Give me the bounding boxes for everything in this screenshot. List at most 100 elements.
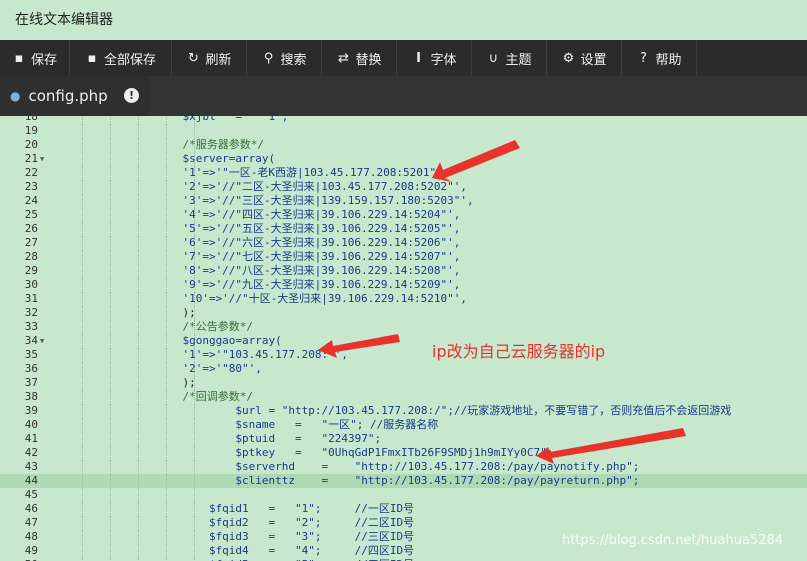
refresh-button[interactable]: ↻ 刷新 [172, 40, 247, 76]
code-line[interactable]: 38 /*回调参数*/ [0, 390, 807, 404]
settings-label: 设置 [580, 52, 607, 68]
code-line[interactable]: 19 [0, 124, 807, 138]
save-all-button[interactable]: ▪ 全部保存 [70, 40, 172, 76]
code-text: $server=array( [50, 152, 276, 165]
code-line[interactable]: 25 '4'=>'//"四区-大圣归来|39.106.229.14:5204"'… [0, 208, 807, 222]
code-line[interactable]: 37 ); [0, 376, 807, 390]
code-line[interactable]: 27 '6'=>'//"六区-大圣归来|39.106.229.14:5206"'… [0, 236, 807, 250]
line-number: 27 [24, 236, 38, 249]
code-line[interactable]: 24 '3'=>'//"三区-大圣归来|139.159.157.180:5203… [0, 194, 807, 208]
code-text: $fqid3 = "3"; //三区ID号 [50, 530, 415, 543]
indent-guide [166, 488, 167, 502]
code-line[interactable]: 21 ▼ $server=array( [0, 152, 807, 166]
indent-guide [194, 488, 195, 502]
code-line[interactable]: 29 '8'=>'//"八区-大圣归来|39.106.229.14:5208"'… [0, 264, 807, 278]
code-line[interactable]: 45 [0, 488, 807, 502]
line-number: 26 [24, 222, 38, 235]
fold-toggle-icon[interactable]: ▼ [40, 334, 44, 348]
code-text: $xjbl = '1'; [50, 116, 289, 123]
line-number: 45 [24, 488, 38, 501]
font-label: 字体 [430, 52, 457, 68]
code-line[interactable]: 20 /*服务器参数*/ [0, 138, 807, 152]
code-line[interactable]: 32 ); [0, 306, 807, 320]
php-file-icon: ● [10, 89, 21, 103]
fold-toggle-icon[interactable]: ▼ [40, 152, 44, 166]
tab-config-php[interactable]: ● config.php ! [0, 76, 150, 116]
code-line[interactable]: 36 '2'=>'"80"', [0, 362, 807, 376]
save-icon: ▪ [14, 50, 24, 66]
code-line[interactable]: 42 $ptkey = "0UhqGdP1FmxITb26F9SMDj1h9mI… [0, 446, 807, 460]
help-label: 帮助 [655, 52, 682, 68]
code-line[interactable]: 18 $xjbl = '1'; [0, 116, 807, 124]
code-text: '8'=>'//"八区-大圣归来|39.106.229.14:5208"', [50, 264, 461, 277]
code-line[interactable]: 44 $clienttz = "http://103.45.177.208:/p… [0, 474, 807, 488]
indent-guide [138, 124, 139, 138]
refresh-label: 刷新 [205, 52, 232, 68]
save-all-label: 全部保存 [103, 52, 156, 68]
code-line[interactable]: 28 '7'=>'//"七区-大圣归来|39.106.229.14:5207"'… [0, 250, 807, 264]
code-text: $serverhd = "http://103.45.177.208:/pay/… [50, 460, 640, 473]
save-label: 保存 [30, 52, 57, 68]
line-number: 46 [24, 502, 38, 515]
line-number: 22 [24, 166, 38, 179]
indent-guide [194, 124, 195, 138]
replace-label: 替换 [355, 52, 382, 68]
code-line[interactable]: 31 '10'=>'//"十区-大圣归来|39.106.229.14:5210"… [0, 292, 807, 306]
code-text: ); [50, 376, 196, 389]
line-number: 44 [24, 474, 38, 487]
tab-bar: ● config.php ! [0, 76, 807, 116]
line-number: 48 [24, 530, 38, 543]
line-number: 24 [24, 194, 38, 207]
code-line[interactable]: 33 /*公告参数*/ [0, 320, 807, 334]
code-line[interactable]: 34 ▼ $gonggao=array( [0, 334, 807, 348]
code-text: '6'=>'//"六区-大圣归来|39.106.229.14:5206"', [50, 236, 461, 249]
line-number: 47 [24, 516, 38, 529]
code-line[interactable]: 23 '2'=>'//"二区-大圣归来|103.45.177.208:5202"… [0, 180, 807, 194]
code-line[interactable]: 46 $fqid1 = "1"; //一区ID号 [0, 502, 807, 516]
code-line[interactable]: 41 $ptuid = "224397"; [0, 432, 807, 446]
font-icon: I [416, 50, 421, 66]
settings-button[interactable]: ⚙ 设置 [547, 40, 622, 76]
search-button[interactable]: ⚲ 搜索 [247, 40, 322, 76]
theme-button[interactable]: ∪ 主题 [472, 40, 547, 76]
code-line[interactable]: 40 $sname = "一区"; //服务器名称 [0, 418, 807, 432]
indent-guide [110, 488, 111, 502]
line-number: 21 [24, 152, 38, 165]
line-number: 29 [24, 264, 38, 277]
save-button[interactable]: ▪ 保存 [0, 40, 70, 76]
replace-icon: ⇄ [338, 50, 349, 66]
line-number: 49 [24, 544, 38, 557]
line-number: 39 [24, 404, 38, 417]
line-number: 41 [24, 432, 38, 445]
theme-label: 主题 [505, 52, 532, 68]
indent-guide [82, 124, 83, 138]
indent-guide [110, 124, 111, 138]
code-text: '2'=>'//"二区-大圣归来|103.45.177.208:5202"', [50, 180, 467, 193]
help-button[interactable]: ? 帮助 [622, 40, 697, 76]
code-line[interactable]: 43 $serverhd = "http://103.45.177.208:/p… [0, 460, 807, 474]
code-line[interactable]: 39 $url = "http://103.45.177.208:/";//玩家… [0, 404, 807, 418]
code-text: '7'=>'//"七区-大圣归来|39.106.229.14:5207"', [50, 250, 461, 263]
code-lines: 18 $xjbl = '1'; 19 20 /*服务器参数*/21 ▼ $server… [0, 116, 807, 561]
indent-guide [82, 488, 83, 502]
search-label: 搜索 [280, 52, 307, 68]
code-text: '1'=>'"一区-老K西游|103.45.177.208:5201"', [50, 166, 450, 179]
code-text: '9'=>'//"九区-大圣归来|39.106.229.14:5209"', [50, 278, 461, 291]
replace-button[interactable]: ⇄ 替换 [322, 40, 397, 76]
code-text: $fqid4 = "4"; //四区ID号 [50, 544, 415, 557]
annotation-label: ip改为自己云服务器的ip [432, 342, 606, 361]
code-editor[interactable]: 18 $xjbl = '1'; 19 20 /*服务器参数*/21 ▼ $server… [0, 116, 807, 561]
code-line[interactable]: 35 '1'=>'"103.45.177.208:"', [0, 348, 807, 362]
line-number: 36 [24, 362, 38, 375]
code-text: $sname = "一区"; //服务器名称 [50, 418, 439, 431]
code-line[interactable]: 47 $fqid2 = "2"; //二区ID号 [0, 516, 807, 530]
code-line[interactable]: 26 '5'=>'//"五区-大圣归来|39.106.229.14:5205"'… [0, 222, 807, 236]
font-button[interactable]: I 字体 [397, 40, 472, 76]
line-number: 42 [24, 446, 38, 459]
code-text: '4'=>'//"四区-大圣归来|39.106.229.14:5204"', [50, 208, 461, 221]
code-line[interactable]: 30 '9'=>'//"九区-大圣归来|39.106.229.14:5209"'… [0, 278, 807, 292]
code-text: '3'=>'//"三区-大圣归来|139.159.157.180:5203"', [50, 194, 474, 207]
line-number: 32 [24, 306, 38, 319]
code-line[interactable]: 22 '1'=>'"一区-老K西游|103.45.177.208:5201"', [0, 166, 807, 180]
code-text: '1'=>'"103.45.177.208:"', [50, 348, 349, 361]
